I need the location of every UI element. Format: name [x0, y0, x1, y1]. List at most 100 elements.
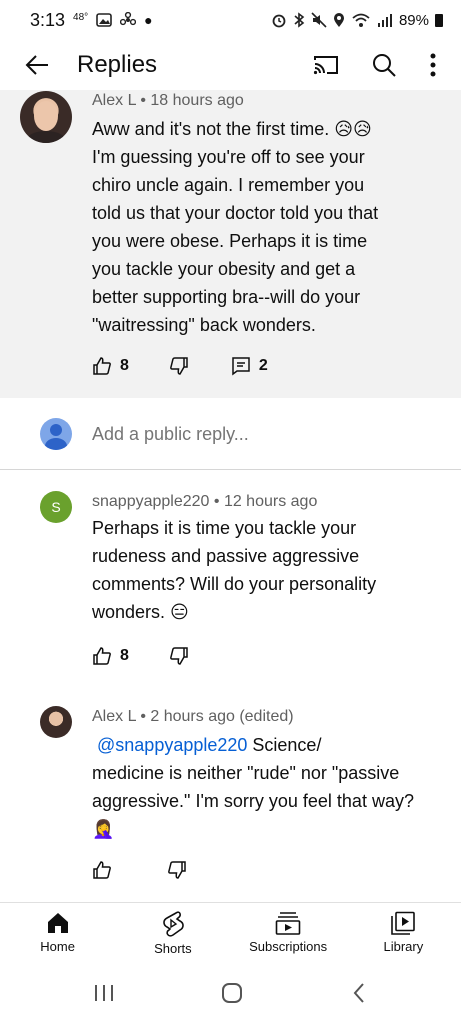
reply-line: Perhaps it is time you tackle your	[92, 518, 357, 538]
nav-shorts-label: Shorts	[154, 941, 192, 956]
cast-button[interactable]	[297, 40, 355, 90]
more-options-button[interactable]	[413, 40, 453, 90]
replies-button[interactable]: 2	[231, 356, 268, 376]
dislike-button[interactable]	[167, 860, 187, 880]
thumbs-down-icon	[169, 357, 188, 375]
reply-line: @snappyapple220 Science/	[92, 731, 452, 759]
reply-line: wonders. 😑	[92, 602, 189, 622]
comment-line: I'm guessing you're off to see your	[92, 147, 365, 167]
like-count: 8	[120, 647, 129, 664]
like-button[interactable]: 8	[92, 646, 129, 666]
comment-text: Aww and it's not the first time. 😥😥 I'm …	[92, 115, 442, 339]
search-icon	[373, 54, 396, 77]
status-bar: 3:13 48° ● 89%	[0, 0, 461, 40]
reply-text: @snappyapple220 Science/ medicine is nei…	[92, 731, 452, 843]
comment-line: told us that your doctor told you that	[92, 203, 379, 223]
reply-author[interactable]: snappyapple220	[92, 493, 209, 510]
reply-time: 12 hours ago	[223, 493, 318, 510]
recent-apps-icon	[94, 984, 113, 1001]
comment-author[interactable]: Alex L	[92, 92, 136, 109]
reply-meta: snappyapple220 • 12 hours ago	[92, 493, 318, 510]
reply-actions	[92, 860, 187, 880]
thumbs-up-icon	[93, 357, 111, 375]
reply-line: aggressive." I'm sorry you feel that way…	[92, 791, 414, 811]
home-system-button[interactable]	[220, 981, 244, 1010]
parent-comment: Alex L • 18 hours ago Aww and it's not t…	[0, 90, 461, 398]
reply-line: rudeness and passive aggressive	[92, 546, 360, 566]
avatar[interactable]	[40, 706, 72, 738]
dislike-button[interactable]	[169, 356, 189, 376]
reply-line: comments? Will do your personality	[92, 574, 377, 594]
thumbs-up-icon	[93, 647, 111, 665]
cast-icon	[313, 56, 338, 75]
reply-row	[0, 399, 461, 470]
fan-icon	[120, 12, 137, 26]
status-temperature: 48°	[73, 11, 89, 23]
comment-icon	[232, 357, 250, 376]
back-system-button[interactable]	[350, 981, 368, 1010]
comment-actions: 8 2	[92, 356, 268, 376]
reply-line-start: Science/	[247, 735, 322, 755]
avatar[interactable]	[20, 91, 72, 143]
recent-apps-button[interactable]	[93, 983, 115, 1008]
location-icon	[333, 13, 344, 27]
reply-meta: Alex L • 2 hours ago (edited)	[92, 708, 294, 725]
comment-line: you tackle your obesity and get a	[92, 259, 356, 279]
like-count: 8	[120, 357, 129, 374]
signal-icon	[377, 14, 392, 27]
nav-shorts[interactable]: Shorts	[115, 903, 230, 966]
wifi-icon	[352, 13, 370, 27]
comment-line: chiro uncle again. I remember you	[92, 175, 365, 195]
thumbs-up-icon	[93, 861, 111, 879]
user-avatar-icon	[40, 418, 72, 450]
comment-line: you were obese. Perhaps it is time	[92, 231, 368, 251]
bluetooth-icon	[294, 12, 305, 28]
home-icon	[47, 913, 68, 933]
reply-time: 2 hours ago (edited)	[150, 708, 294, 725]
reply-count: 2	[258, 357, 268, 374]
reply-input[interactable]	[92, 423, 392, 445]
back-button[interactable]	[7, 40, 67, 90]
reply-author[interactable]: Alex L	[92, 708, 136, 725]
comment-line: "waitressing" back wonders.	[92, 315, 316, 335]
reply-actions: 8	[92, 646, 189, 666]
nav-library[interactable]: Library	[346, 903, 461, 966]
like-button[interactable]: 8	[92, 356, 129, 376]
more-vert-icon	[430, 53, 436, 77]
reply-line: medicine is neither "rude" nor "passive	[92, 763, 400, 783]
dot-icon: ●	[144, 12, 153, 28]
subscriptions-icon	[275, 912, 301, 935]
page-title: Replies	[77, 51, 158, 78]
gallery-icon	[96, 13, 112, 27]
chevron-left-icon	[353, 982, 364, 1003]
alarm-icon	[272, 14, 286, 28]
comment-meta: Alex L • 18 hours ago	[92, 92, 244, 109]
battery-percent: 89%	[398, 11, 429, 29]
dislike-button[interactable]	[169, 646, 189, 666]
nav-subscriptions[interactable]: Subscriptions	[231, 903, 346, 966]
library-icon	[391, 911, 416, 935]
comment-line: Aww and it's not the first time. 😥😥	[92, 119, 372, 139]
thumbs-down-icon	[168, 861, 186, 879]
arrow-left-icon	[25, 55, 48, 75]
like-button[interactable]	[92, 860, 112, 880]
nav-home-label: Home	[40, 939, 75, 954]
shorts-icon	[163, 911, 184, 937]
comment-time: 18 hours ago	[150, 92, 244, 109]
app-header: Replies	[0, 40, 461, 90]
nav-library-label: Library	[383, 939, 424, 954]
reply-line: 🤦‍♀️	[92, 819, 115, 839]
battery-icon	[435, 13, 443, 27]
thumbs-down-icon	[169, 647, 188, 665]
reply-text: Perhaps it is time you tackle your ruden…	[92, 514, 442, 626]
mute-icon	[311, 12, 327, 28]
status-time: 3:13	[30, 9, 66, 30]
search-button[interactable]	[355, 40, 413, 90]
avatar-letter: S	[51, 499, 61, 515]
mention-link[interactable]: @snappyapple220	[97, 735, 247, 755]
nav-home[interactable]: Home	[0, 903, 115, 966]
home-circle-icon	[222, 982, 243, 1003]
bottom-nav: Home Shorts Subscriptions Library	[0, 902, 461, 966]
avatar[interactable]: S	[40, 491, 72, 523]
nav-subscriptions-label: Subscriptions	[249, 939, 328, 954]
